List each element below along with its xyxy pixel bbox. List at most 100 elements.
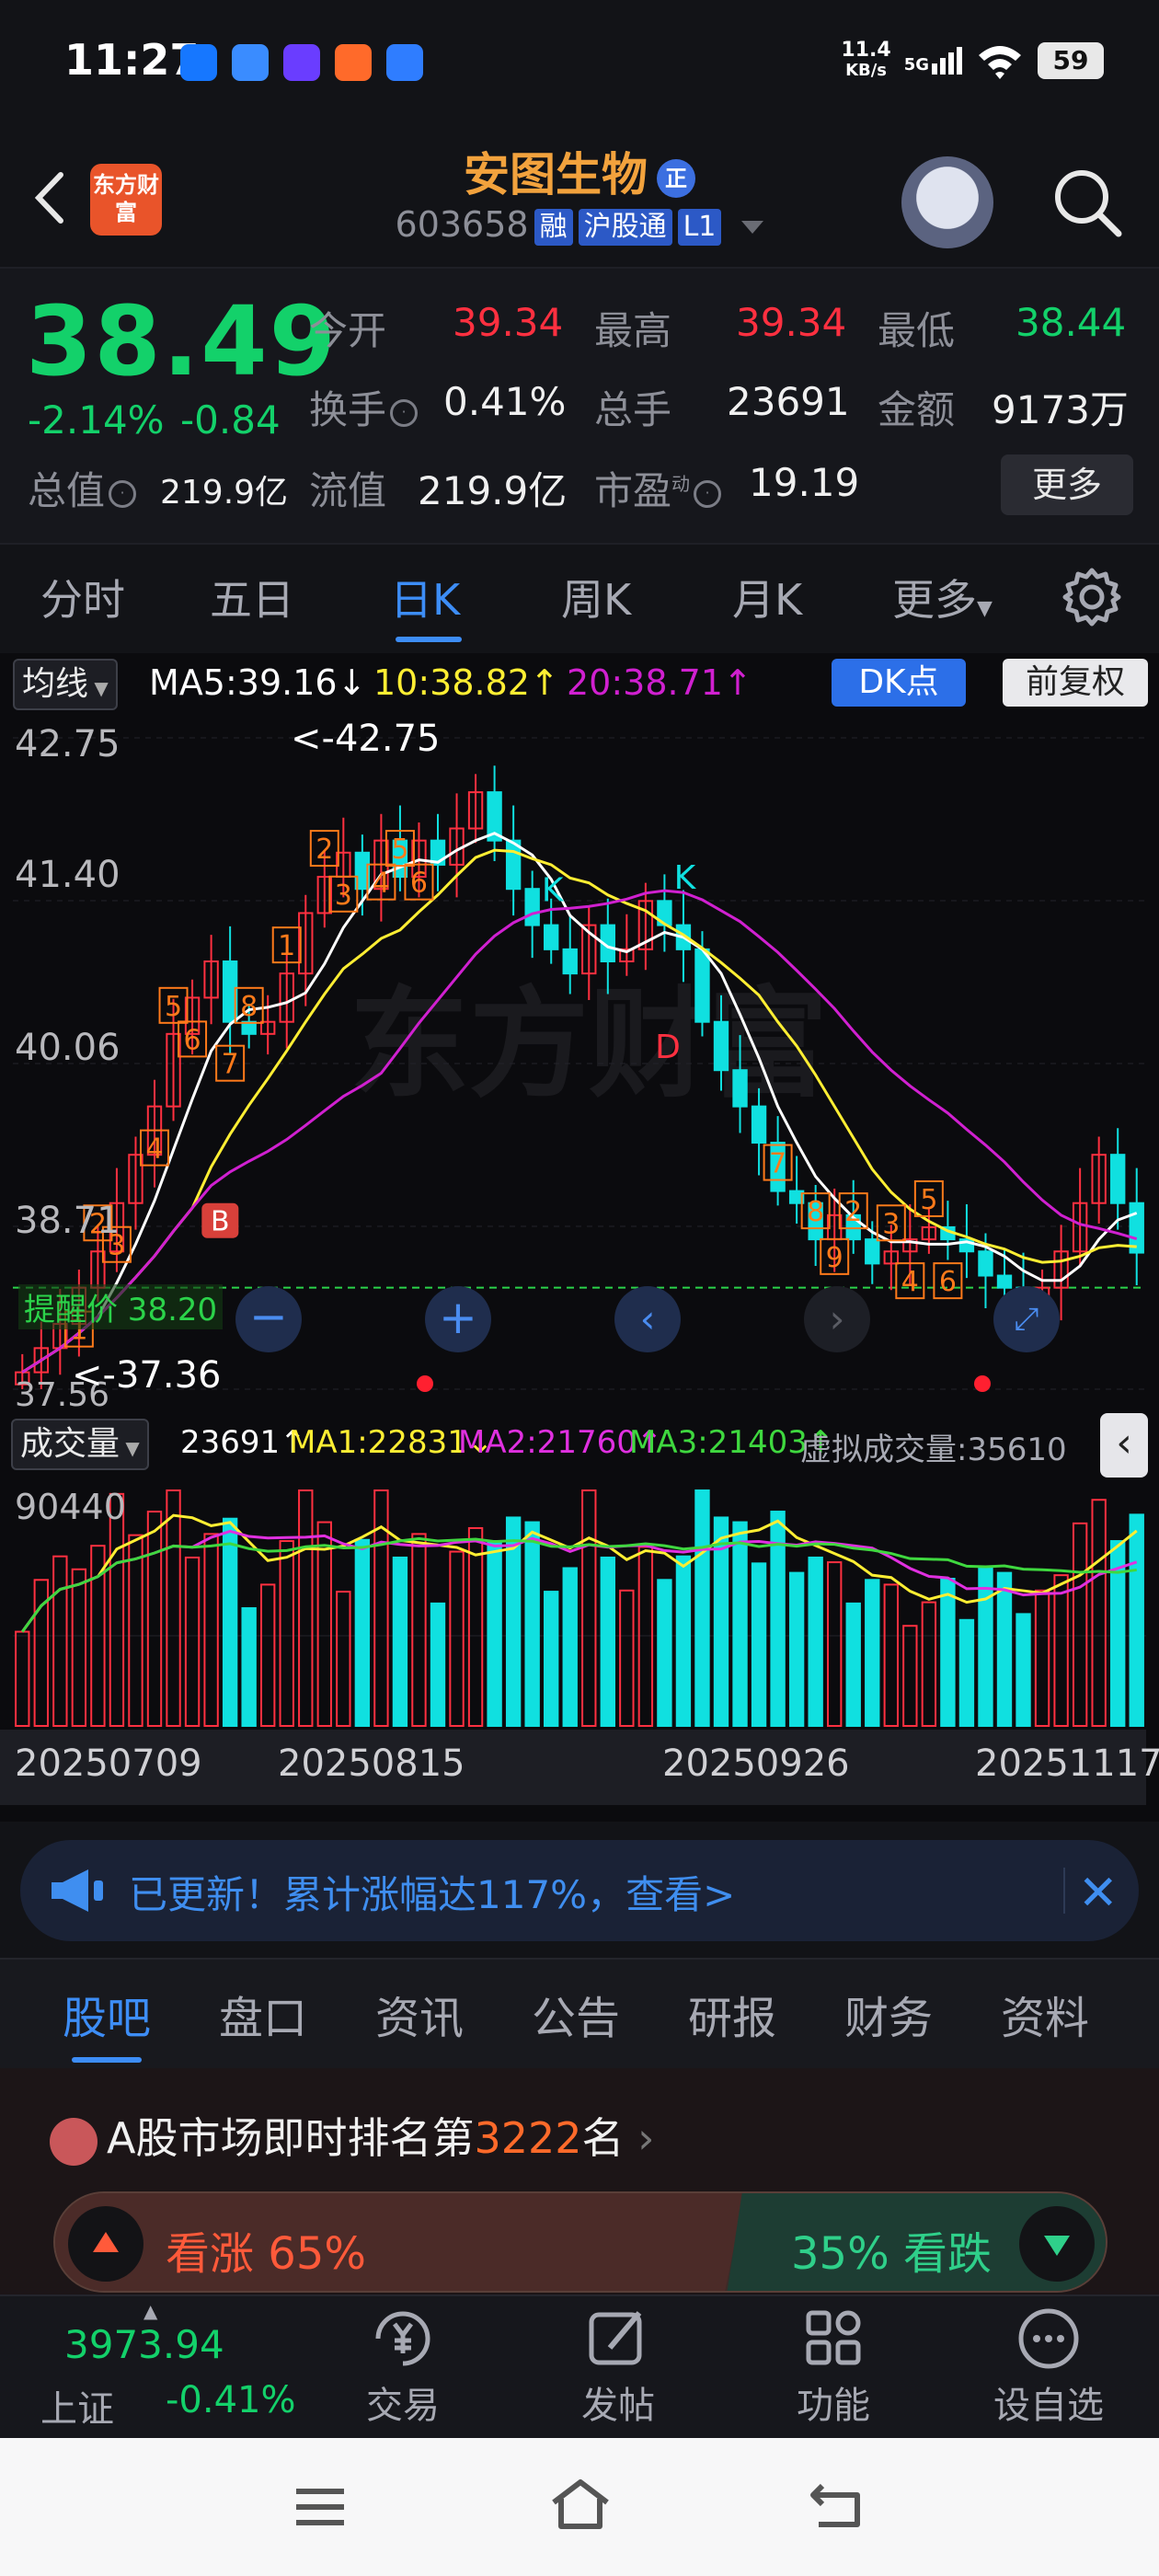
signal-tag-text: 3: [882, 1208, 900, 1240]
vote-bar: 看涨 65% 35% 看跌: [53, 2191, 1107, 2293]
more-button[interactable]: 更多: [1001, 454, 1133, 515]
vote-down-pct: 35%: [791, 2228, 889, 2280]
tab-five-day[interactable]: 五日: [210, 567, 294, 627]
pe-label[interactable]: 市盈动 ·: [594, 460, 725, 516]
active-tab-indicator: [396, 637, 462, 642]
tab-intraday[interactable]: 分时: [40, 567, 125, 627]
tab-news[interactable]: 资讯: [375, 1982, 464, 2046]
tag-level: L1: [677, 208, 722, 246]
candle-body: [996, 1274, 1013, 1289]
banner-separator: [1063, 1868, 1065, 1914]
k-signal-text: K: [542, 871, 565, 909]
signal-tag-text: 7: [222, 1049, 239, 1081]
trade-button[interactable]: 交易: [329, 2306, 476, 2429]
mktcap-value: 219.9亿: [160, 474, 289, 512]
home-icon[interactable]: [548, 2477, 613, 2532]
promo-banner[interactable]: 已更新！累计涨幅达117%，查看> ✕: [20, 1840, 1139, 1941]
volume-bar: [845, 1602, 861, 1727]
tab-more[interactable]: 更多▼: [892, 567, 993, 627]
volume-bar: [203, 1533, 219, 1727]
content-tabs: 股吧 盘口 资讯 公告 研报 财务 资料: [0, 1958, 1159, 2068]
ranking-row[interactable]: A股市场即时排名第3222名 ›: [50, 2105, 655, 2166]
scroll-left-button[interactable]: ‹: [614, 1286, 681, 1352]
gear-icon[interactable]: [1060, 565, 1124, 629]
zoom-out-button[interactable]: −: [235, 1286, 302, 1352]
turnover-value: 0.41%: [443, 379, 567, 424]
fullscreen-icon[interactable]: ⤢: [993, 1286, 1060, 1352]
search-icon[interactable]: [1049, 164, 1126, 241]
functions-button[interactable]: 功能: [760, 2306, 907, 2429]
volume-bar: [958, 1618, 975, 1728]
event-dot: [417, 1375, 433, 1392]
turnover-label[interactable]: 换手 ·: [309, 379, 421, 435]
candle-body: [505, 839, 522, 891]
volume-max-tick: 90440: [15, 1487, 126, 1527]
volume-ma1-text: MA1:22831: [289, 1424, 467, 1461]
tab-financials[interactable]: 财务: [844, 1982, 933, 2046]
low-value: 38.44: [1016, 300, 1127, 345]
kline-chart-area[interactable]: 均线 ▼ MA5:39.16↓ 10:38.82↑ 20:38.71↑ DK点 …: [0, 653, 1159, 1822]
change-amount: -0.84: [180, 397, 281, 443]
triangle-down-icon: [1044, 2236, 1070, 2256]
mktcap-label[interactable]: 总值 ·: [28, 460, 140, 516]
app-icon: [283, 44, 320, 81]
vote-up-button[interactable]: [68, 2206, 143, 2282]
candle-body: [694, 948, 710, 1023]
virtual-volume: 虚拟成交量:35610: [800, 1432, 1067, 1468]
info-icon: ·: [109, 479, 137, 508]
tab-market-depth[interactable]: 盘口: [219, 1982, 307, 2046]
more-circle-icon: [1018, 2308, 1079, 2369]
signal-tag-text: 2: [316, 834, 333, 866]
volume-selector[interactable]: 成交量 ▼: [11, 1419, 149, 1470]
back-nav-icon[interactable]: [809, 2478, 868, 2530]
signal-tag-text: 1: [278, 930, 295, 962]
index-value[interactable]: 3973.94: [64, 2322, 224, 2367]
grid-apps-icon: [806, 2310, 861, 2365]
alert-price-label[interactable]: 提醒价 38.20: [18, 1284, 224, 1329]
change-percent: -2.14%: [28, 397, 165, 443]
event-dot: [974, 1375, 991, 1392]
tab-profile[interactable]: 资料: [1001, 1982, 1089, 2046]
assistant-robot-icon[interactable]: [901, 156, 993, 248]
high-value: 39.34: [736, 300, 847, 345]
add-watchlist-label: 设自选: [993, 2385, 1104, 2427]
app-icon: [335, 44, 372, 81]
collapse-panel-button[interactable]: ‹: [1100, 1413, 1148, 1478]
vote-down-button[interactable]: [1019, 2206, 1095, 2282]
signal-tag-text: 3: [335, 880, 352, 912]
zoom-in-button[interactable]: +: [425, 1286, 491, 1352]
tab-daily-k[interactable]: 日K: [390, 567, 460, 627]
volume-bar: [487, 1540, 502, 1727]
volume-bar: [392, 1556, 408, 1728]
vote-up-pct: 65%: [268, 2228, 366, 2280]
status-bar: 11:27 11.4 KB/s 5G 59: [0, 0, 1159, 129]
tab-research[interactable]: 研报: [688, 1982, 776, 2046]
stock-name: 安图生物: [464, 148, 648, 201]
volume-bar: [675, 1555, 692, 1727]
post-button[interactable]: 发帖: [545, 2306, 692, 2429]
volume-ma2-text: MA2:21760: [458, 1424, 637, 1461]
signal-tag-text: 4: [145, 1133, 163, 1166]
volume-label: 总手: [594, 387, 672, 432]
volume-bar: [544, 1591, 559, 1728]
tab-monthly-k[interactable]: 月K: [732, 567, 802, 627]
last-price: 38.49: [26, 285, 338, 397]
tab-announcements[interactable]: 公告: [532, 1982, 620, 2046]
index-name: 上证: [40, 2388, 114, 2431]
add-watchlist-button[interactable]: 设自选: [975, 2306, 1122, 2429]
caret-up-icon: ▲: [143, 2300, 158, 2322]
tab-forum[interactable]: 股吧: [63, 1982, 151, 2046]
volume-bar: [921, 1601, 937, 1727]
menu-icon[interactable]: [293, 2484, 348, 2530]
volume-bar: [430, 1602, 446, 1727]
price-tick: 40.06: [15, 1027, 120, 1069]
dropdown-caret-icon: [741, 220, 764, 234]
volume-selector-label: 成交量: [20, 1425, 120, 1463]
volume-ma3-line: [21, 1536, 1137, 1633]
volume-bar: [71, 1568, 87, 1728]
close-icon[interactable]: ✕: [1078, 1866, 1119, 1921]
scroll-right-button[interactable]: ›: [804, 1286, 870, 1352]
tab-weekly-k[interactable]: 周K: [561, 567, 631, 627]
volume-bar: [1072, 1522, 1088, 1728]
vote-up-area[interactable]: [55, 2193, 745, 2291]
